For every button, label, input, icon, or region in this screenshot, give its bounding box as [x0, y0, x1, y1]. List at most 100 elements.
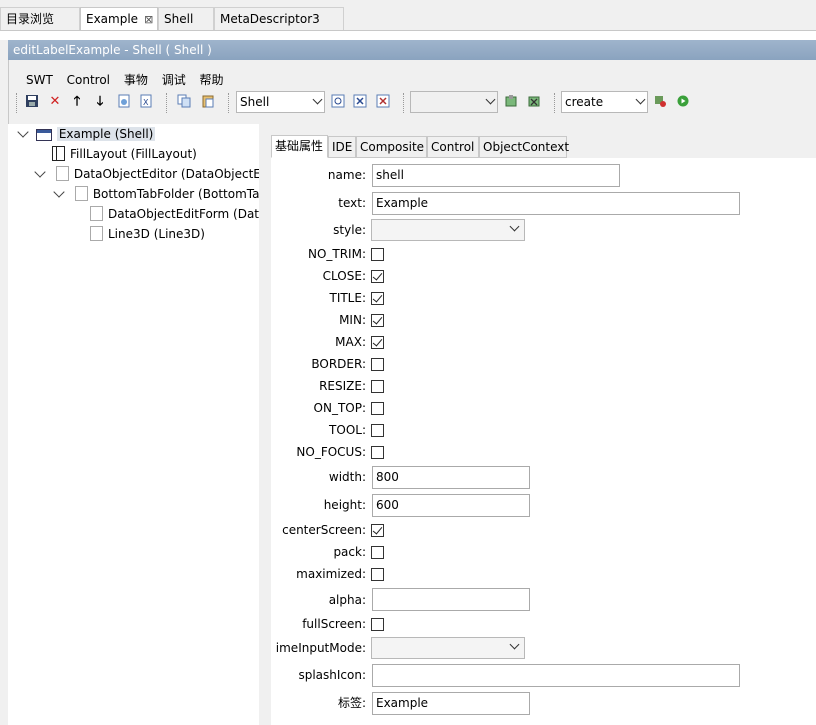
max-checkbox[interactable] [371, 336, 384, 349]
title-label: TITLE: [329, 291, 366, 305]
run-icon[interactable] [675, 94, 691, 110]
tab-metadescriptor3[interactable]: MetaDescriptor3 [214, 7, 344, 30]
empty-combo[interactable] [410, 91, 498, 113]
center-screen-checkbox[interactable] [371, 524, 384, 537]
resize-checkbox[interactable] [371, 380, 384, 393]
arrow-down-icon[interactable]: 🡓 [92, 94, 108, 110]
editor-strip [0, 30, 816, 40]
menu-swt[interactable]: SWT [26, 73, 53, 87]
layout-icon [52, 146, 65, 161]
width-field[interactable]: 800 [372, 466, 530, 489]
tree-item-label: DataObjectEditForm (Data [108, 207, 267, 221]
file-icon [74, 186, 88, 201]
tool-label: TOOL: [329, 423, 366, 437]
on-top-checkbox[interactable] [371, 402, 384, 415]
style-label: style: [333, 223, 366, 237]
min-checkbox[interactable] [371, 314, 384, 327]
min-label: MIN: [339, 313, 366, 327]
editor-tab-bar: 目录浏览 Example ⊠ Shell MetaDescriptor3 [0, 7, 816, 30]
no-trim-label: NO_TRIM: [307, 247, 366, 261]
pack-checkbox[interactable] [371, 546, 384, 559]
export-icon[interactable] [116, 94, 132, 110]
tab-objectcontext[interactable]: ObjectContext [479, 136, 569, 158]
ime-input-mode-label: imeInputMode: [275, 641, 366, 655]
toolbar-separator [228, 93, 229, 113]
title-checkbox[interactable] [371, 292, 384, 305]
menu-control[interactable]: Control [67, 73, 110, 87]
refresh-icon[interactable] [330, 94, 346, 110]
menu-debug[interactable]: 调试 [162, 73, 186, 87]
excel-icon[interactable]: X [138, 94, 154, 110]
delete-icon[interactable]: ✕ [47, 94, 63, 110]
style-select[interactable] [371, 219, 525, 241]
action-combo[interactable]: create [561, 91, 648, 113]
alpha-label: alpha: [328, 593, 366, 607]
remove-icon[interactable] [375, 94, 391, 110]
ime-input-mode-select[interactable] [371, 637, 525, 659]
height-field[interactable]: 600 [372, 494, 530, 517]
widget-type-combo[interactable]: Shell [236, 91, 325, 113]
tree-item-bottomtabfolder[interactable]: BottomTabFolder (BottomTa [53, 184, 259, 204]
tree-item-line3d[interactable]: Line3D (Line3D) [90, 224, 205, 244]
grid-icon[interactable] [352, 94, 368, 110]
max-label: MAX: [335, 335, 366, 349]
tree-item-dataobjecteditor[interactable]: DataObjectEditor (DataObjectEd [34, 164, 269, 184]
alpha-field[interactable] [372, 588, 530, 611]
border-label: BORDER: [311, 357, 366, 371]
no-focus-checkbox[interactable] [371, 446, 384, 459]
chevron-down-icon [487, 92, 494, 112]
tab-catalog-browse[interactable]: 目录浏览 [0, 7, 80, 30]
menu-transaction[interactable]: 事物 [124, 73, 148, 87]
maximized-label: maximized: [296, 567, 366, 581]
arrow-up-icon[interactable]: 🡑 [69, 94, 85, 110]
border-checkbox[interactable] [371, 358, 384, 371]
text-label: text: [338, 196, 366, 210]
tab-label: Example [86, 12, 139, 26]
copy-icon[interactable] [176, 94, 192, 110]
maximized-checkbox[interactable] [371, 568, 384, 581]
biaoqian-label: 标签: [337, 696, 366, 710]
menu-bar: SWT Control 事物 调试 帮助 [26, 71, 234, 89]
tab-control[interactable]: Control [427, 136, 479, 158]
tree-item-dataobjecteditform[interactable]: DataObjectEditForm (Data [90, 204, 266, 224]
toolbar-grip [16, 93, 17, 113]
biaoqian-field[interactable]: Example [372, 692, 530, 715]
tool-checkbox[interactable] [371, 424, 384, 437]
save-icon[interactable] [24, 94, 40, 110]
file-icon [90, 206, 103, 221]
tree-item-label: FillLayout (FillLayout) [70, 147, 197, 161]
chevron-down-icon [511, 222, 518, 236]
name-label: name: [327, 168, 366, 182]
svg-text:X: X [143, 98, 149, 107]
tab-ide[interactable]: IDE [328, 136, 356, 158]
text-field[interactable]: Example [372, 192, 740, 215]
chevron-down-icon[interactable] [17, 126, 29, 138]
menu-help[interactable]: 帮助 [200, 73, 224, 87]
tree-item-example-shell[interactable]: Example (Shell) [17, 124, 156, 144]
paste-icon[interactable] [200, 94, 216, 110]
close-checkbox[interactable] [371, 270, 384, 283]
tool-icon[interactable] [503, 94, 519, 110]
combo-value: create [565, 95, 604, 109]
run-config-icon[interactable] [652, 94, 668, 110]
splash-icon-field[interactable] [372, 664, 740, 687]
chevron-down-icon [637, 92, 644, 112]
tab-basic-properties[interactable]: 基础属性 [271, 135, 328, 158]
close-icon[interactable]: ⊠ [144, 9, 153, 31]
on-top-label: ON_TOP: [313, 401, 366, 415]
tab-example[interactable]: Example ⊠ [80, 7, 158, 30]
full-screen-checkbox[interactable] [371, 618, 384, 631]
chevron-down-icon[interactable] [34, 166, 46, 178]
name-field[interactable]: shell [372, 164, 620, 187]
tree-item-filllayout[interactable]: FillLayout (FillLayout) [52, 144, 197, 164]
toolbar-separator [403, 93, 404, 113]
tab-shell[interactable]: Shell [158, 7, 214, 30]
resize-label: RESIZE: [319, 379, 366, 393]
tab-composite[interactable]: Composite [356, 136, 427, 158]
chevron-down-icon[interactable] [53, 186, 65, 198]
tree-item-label: Example (Shell) [56, 127, 156, 141]
toolbar-separator [554, 93, 555, 113]
no-trim-checkbox[interactable] [371, 248, 384, 261]
tool-remove-icon[interactable] [526, 94, 542, 110]
close-label: CLOSE: [322, 269, 366, 283]
